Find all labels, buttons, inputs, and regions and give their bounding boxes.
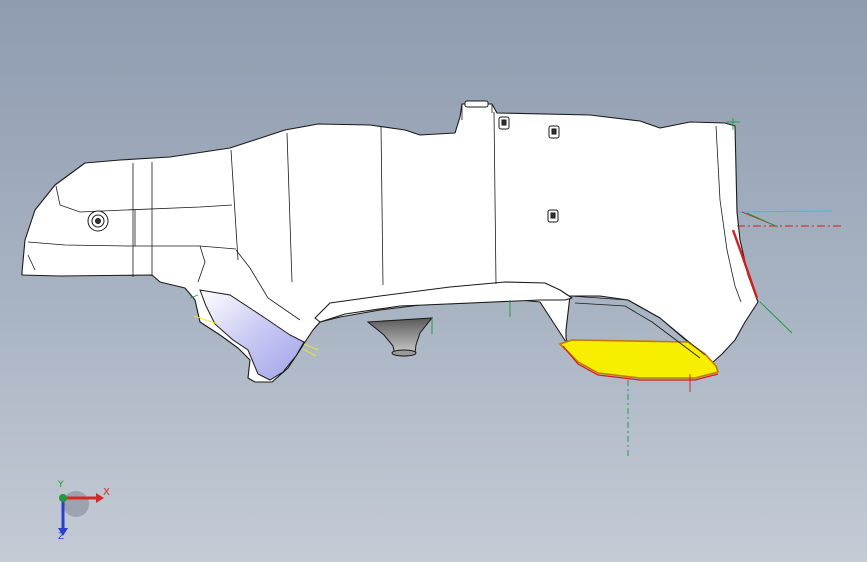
orientation-triad[interactable]: X Y Z (46, 478, 116, 548)
mounting-boot[interactable] (366, 317, 434, 357)
z-axis-label: Z (58, 532, 65, 542)
cad-viewport[interactable] (0, 0, 867, 562)
y-axis-label: Y (58, 480, 64, 490)
x-axis-label: X (103, 487, 110, 498)
y-axis-dot-icon (59, 494, 67, 502)
top-tab (464, 100, 489, 108)
